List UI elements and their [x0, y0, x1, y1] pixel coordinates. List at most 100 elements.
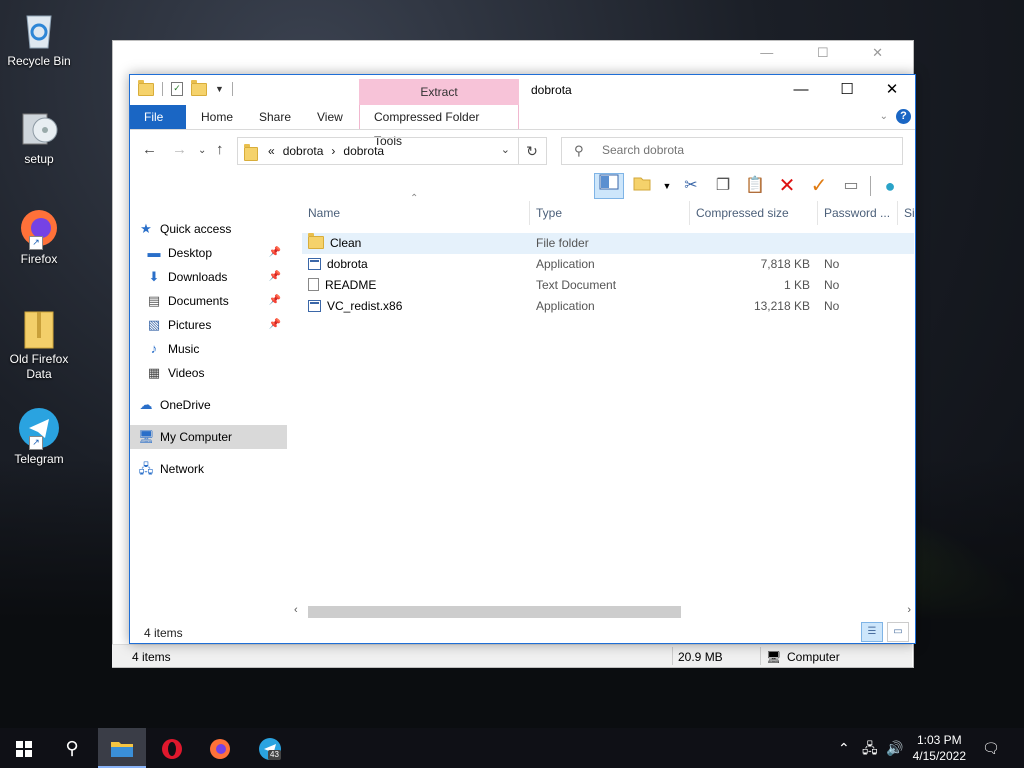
nav-label: Desktop: [168, 246, 213, 260]
desktop-icon-setup[interactable]: setup: [2, 106, 76, 167]
folder-zip-icon: [17, 306, 61, 350]
folder-icon[interactable]: [138, 79, 154, 96]
new-folder-icon[interactable]: [191, 79, 207, 96]
nav-onedrive[interactable]: ☁ OneDrive: [138, 393, 295, 417]
nav-quick-access[interactable]: ★ Quick access: [138, 217, 295, 241]
tab-file[interactable]: File: [130, 105, 186, 129]
show-hidden-icons-chevron-icon[interactable]: ⌃: [838, 728, 850, 768]
documents-icon: ▤: [147, 293, 161, 308]
bg-item-count: 4 items: [132, 650, 171, 664]
pin-icon[interactable]: 📌: [269, 241, 281, 265]
cut-icon[interactable]: ✂: [678, 174, 704, 198]
details-view-icon[interactable]: ☰: [861, 622, 883, 642]
column-header-password[interactable]: Password ...: [818, 201, 898, 225]
window-title: dobrota: [531, 83, 572, 97]
large-icons-view-icon[interactable]: ▭: [887, 622, 909, 642]
nav-desktop[interactable]: ▬ Desktop 📌: [146, 241, 287, 265]
breadcrumb-overflow[interactable]: «: [268, 144, 275, 158]
desktop-icon-telegram[interactable]: ↗ Telegram: [2, 406, 76, 467]
breadcrumb-item[interactable]: dobrota: [283, 144, 324, 158]
column-header-name[interactable]: Name: [302, 201, 530, 225]
file-size: 7,818 KB: [760, 257, 810, 271]
tab-share[interactable]: Share: [245, 105, 305, 129]
column-header-compressed-size[interactable]: Compressed size: [690, 201, 818, 225]
minimize-button[interactable]: —: [778, 75, 824, 105]
horizontal-scrollbar[interactable]: ‹ ›: [290, 603, 915, 621]
search-input[interactable]: [600, 142, 884, 158]
breadcrumb-item[interactable]: dobrota: [343, 144, 384, 158]
table-row[interactable]: README Text Document 1 KB No: [302, 275, 914, 296]
quick-access-toolbar: ✓ ▼: [138, 79, 233, 96]
help-icon[interactable]: ?: [896, 109, 911, 124]
preview-pane-icon[interactable]: [594, 173, 624, 199]
rename-icon[interactable]: ▭: [838, 174, 864, 198]
desktop-icon-recycle-bin[interactable]: Recycle Bin: [2, 8, 76, 69]
nav-documents[interactable]: ▤ Documents 📌: [146, 289, 287, 313]
desktop-icon-firefox[interactable]: ↗ Firefox: [2, 206, 76, 267]
forward-arrow-icon[interactable]: →: [172, 141, 187, 158]
network-icon[interactable]: 🖧: [862, 728, 878, 768]
pin-icon[interactable]: 📌: [269, 265, 281, 289]
file-explorer-icon[interactable]: [98, 728, 146, 768]
telegram-icon[interactable]: 43: [246, 728, 294, 768]
globe-icon[interactable]: ●: [877, 174, 903, 198]
file-name: VC_redist.x86: [327, 299, 403, 313]
refresh-button[interactable]: ↻: [518, 137, 547, 165]
search-box[interactable]: ⚲: [561, 137, 903, 165]
column-header-size[interactable]: Si: [898, 201, 914, 225]
opera-icon[interactable]: [148, 728, 196, 768]
test-icon[interactable]: ✓: [806, 174, 832, 198]
nav-pictures[interactable]: ▧ Pictures 📌: [146, 313, 287, 337]
nav-music[interactable]: ♪ Music: [146, 337, 287, 361]
tab-home[interactable]: Home: [187, 105, 247, 129]
folder-icon: [244, 144, 258, 161]
expand-ribbon-chevron-icon[interactable]: ⌄: [880, 111, 888, 122]
clock[interactable]: 1:03 PM 4/15/2022: [913, 732, 966, 764]
start-windows-icon[interactable]: [0, 728, 48, 768]
copy-icon[interactable]: ❐: [710, 174, 736, 198]
table-row[interactable]: dobrota Application 7,818 KB No: [302, 254, 914, 275]
desktop-icon-old-firefox-data[interactable]: Old Firefox Data: [2, 306, 76, 382]
pin-icon[interactable]: 📌: [269, 289, 281, 313]
new-folder-dropdown-icon[interactable]: [630, 174, 656, 198]
title-bar[interactable]: ✓ ▼ Extract dobrota — ☐ ✕: [130, 75, 915, 105]
cloud-icon: ☁: [139, 397, 153, 412]
scroll-left-icon[interactable]: ‹: [294, 604, 298, 616]
notification-center-icon[interactable]: 🗨: [982, 728, 1000, 768]
pin-icon[interactable]: 📌: [269, 313, 281, 337]
customize-dropdown-icon[interactable]: ▼: [215, 84, 224, 94]
dropdown-arrow-icon[interactable]: ▼: [662, 174, 672, 198]
nav-label: Downloads: [168, 270, 228, 284]
search-icon[interactable]: ⚲: [48, 728, 96, 768]
close-button[interactable]: ✕: [869, 75, 915, 105]
tab-view[interactable]: View: [303, 105, 357, 129]
desktop-icon-label: Telegram: [14, 452, 64, 466]
address-dropdown-icon[interactable]: ⌄: [501, 143, 510, 156]
file-list: ⌃ Name Type Compressed size Password ...…: [302, 193, 914, 605]
recent-locations-chevron-icon[interactable]: ⌄: [198, 145, 206, 156]
nav-my-computer[interactable]: 🖥 My Computer: [130, 425, 287, 449]
explorer-window[interactable]: ✓ ▼ Extract dobrota — ☐ ✕ File Home Shar…: [129, 74, 916, 644]
back-arrow-icon[interactable]: ←: [142, 141, 157, 158]
breadcrumb-separator-icon[interactable]: ›: [331, 144, 335, 158]
scrollbar-thumb[interactable]: [308, 606, 681, 618]
table-row[interactable]: VC_redist.x86 Application 13,218 KB No: [302, 296, 914, 317]
column-header-type[interactable]: Type: [530, 201, 690, 225]
scroll-right-icon[interactable]: ›: [907, 604, 911, 616]
desktop-icon-label: setup: [24, 152, 54, 166]
maximize-button[interactable]: ☐: [824, 75, 870, 105]
up-arrow-icon[interactable]: ↑: [216, 141, 224, 158]
delete-icon[interactable]: ✕: [774, 174, 800, 198]
paste-icon[interactable]: 📋: [742, 174, 768, 198]
properties-icon[interactable]: ✓: [171, 82, 183, 96]
application-icon: [308, 258, 321, 270]
nav-network[interactable]: 🖧 Network: [138, 457, 295, 481]
volume-icon[interactable]: 🔊: [886, 728, 903, 768]
address-bar[interactable]: « dobrota › dobrota ⌄: [237, 137, 519, 165]
nav-downloads[interactable]: ⬇ Downloads 📌: [146, 265, 287, 289]
tab-compressed-folder-tools[interactable]: Compressed Folder Tools: [359, 105, 519, 148]
table-row[interactable]: Clean File folder: [302, 233, 914, 254]
firefox-icon[interactable]: [196, 728, 244, 768]
search-icon: ⚲: [574, 143, 584, 158]
nav-videos[interactable]: ▦ Videos: [146, 361, 287, 385]
